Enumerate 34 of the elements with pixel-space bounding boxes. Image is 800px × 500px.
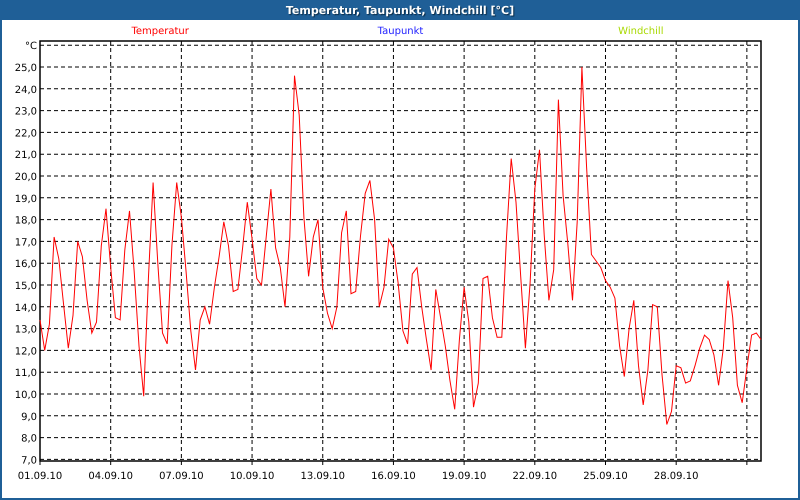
axis-tick-label: °C — [25, 41, 37, 52]
axis-tick-label: 19,0 — [14, 194, 37, 205]
axis-tick-label: 15,0 — [14, 281, 37, 292]
axis-tick-label: 04.09.10 — [88, 471, 133, 482]
axis-tick-label: 11,0 — [14, 368, 37, 380]
axis-tick-label: 07.09.10 — [159, 471, 204, 482]
axis-tick-label: 24,0 — [14, 84, 37, 96]
legend-label: Windchill — [618, 26, 664, 37]
axis-tick-label: 21,0 — [14, 150, 37, 162]
axis-tick-label: 16.09.10 — [371, 471, 416, 482]
axis-tick-label: 16,0 — [14, 259, 37, 270]
axis-tick-label: 14,0 — [14, 302, 37, 314]
axis-tick-label: 28.09.10 — [654, 471, 698, 482]
axis-tick-label: 01.09.10 — [18, 471, 62, 482]
axis-tick-label: 10.09.10 — [230, 471, 274, 482]
axis-tick-label: 17,0 — [14, 237, 37, 248]
axis-tick-label: 13.09.10 — [300, 471, 345, 482]
axis-tick-label: 19.09.10 — [442, 471, 486, 482]
axis-tick-label: 25,0 — [14, 63, 37, 74]
window-title: Temperatur, Taupunkt, Windchill [°C] — [286, 4, 514, 16]
axis-tick-label: 22,0 — [14, 128, 37, 140]
axis-tick-label: 12,0 — [14, 346, 37, 358]
legend-label: Temperatur — [131, 26, 189, 37]
legend-label: Taupunkt — [378, 26, 424, 37]
axis-tick-label: 18,0 — [14, 216, 37, 227]
axis-tick-label: 7,0 — [21, 455, 37, 466]
axis-tick-label: 23,0 — [14, 106, 37, 118]
axis-tick-label: 13,0 — [14, 324, 37, 336]
axis-tick-label: 9,0 — [21, 412, 37, 423]
axis-tick-label: 25.09.10 — [583, 471, 628, 482]
axis-tick-label: 20,0 — [14, 172, 37, 183]
axis-tick-label: 8,0 — [21, 434, 37, 445]
axis-tick-label: 22.09.10 — [512, 471, 558, 482]
axis-tick-label: 10,0 — [14, 390, 37, 401]
